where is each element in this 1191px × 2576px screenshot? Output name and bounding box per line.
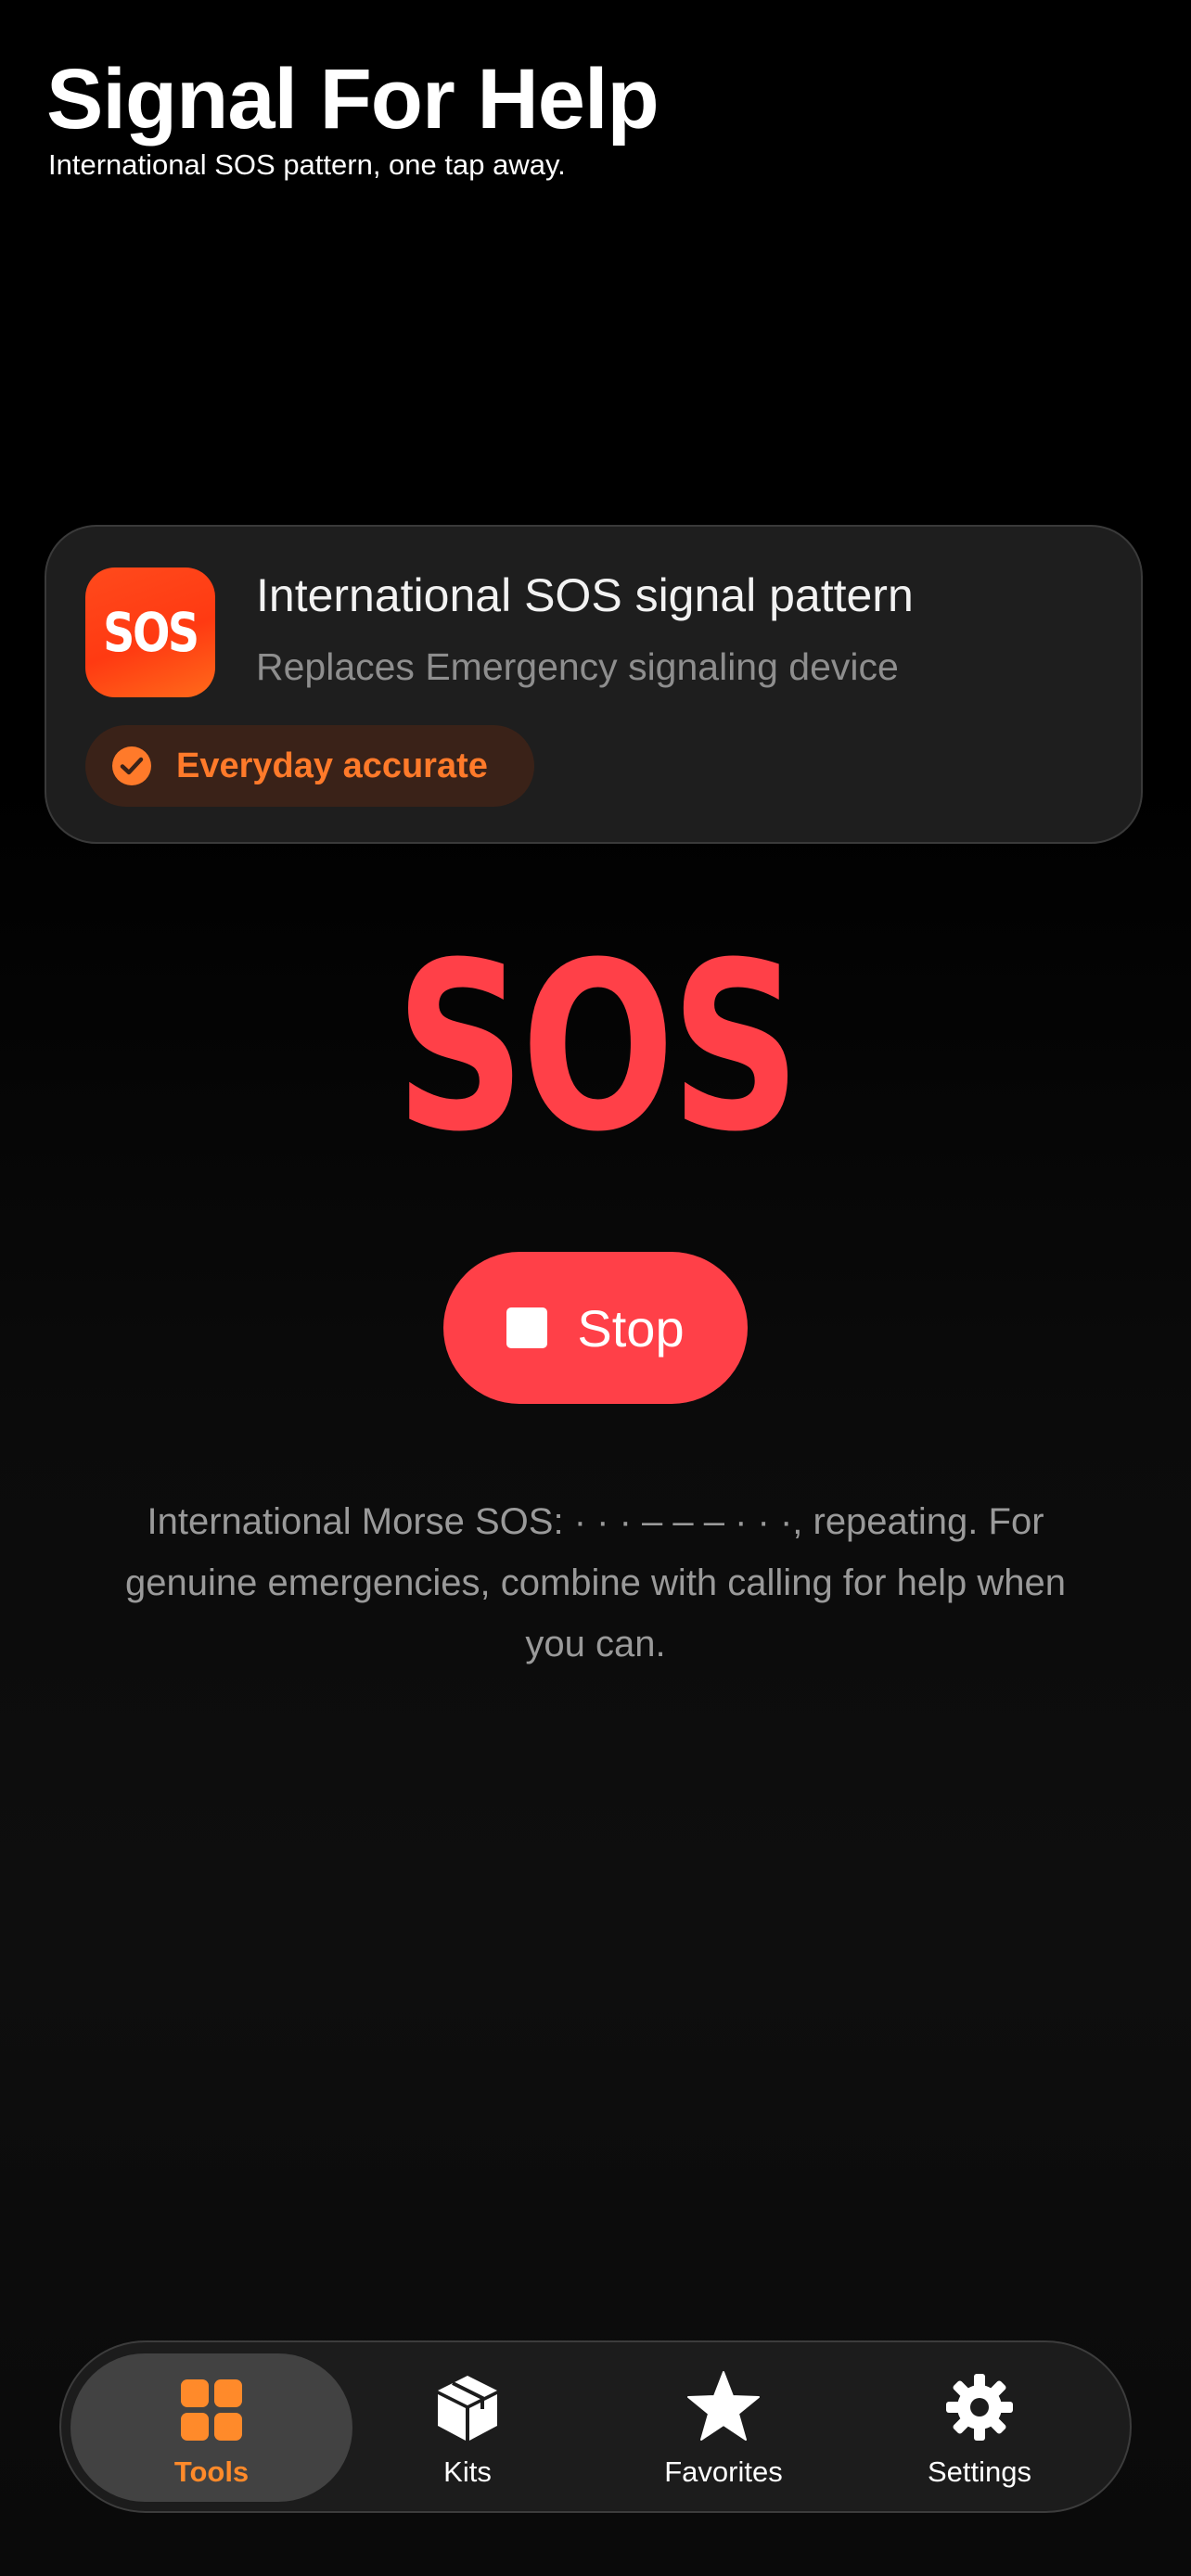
star-icon (686, 2370, 761, 2442)
tab-kits-label: Kits (443, 2455, 492, 2488)
page-title: Signal For Help (46, 52, 660, 147)
checkmark-circle-icon (112, 746, 151, 785)
tab-tools[interactable]: Tools (83, 2370, 339, 2491)
tab-tools-label: Tools (173, 2455, 250, 2488)
tab-favorites-label: Favorites (664, 2455, 783, 2488)
accuracy-badge: Everyday accurate (85, 725, 534, 807)
sos-display: SOS (0, 912, 1191, 1182)
box-icon (432, 2370, 503, 2442)
tab-favorites[interactable]: Favorites (596, 2370, 852, 2491)
stop-icon (506, 1307, 548, 1348)
badge-label: Everyday accurate (176, 746, 488, 785)
tab-settings[interactable]: Settings (852, 2370, 1108, 2491)
card-title: International SOS signal pattern (256, 569, 914, 621)
tab-kits[interactable]: Kits (339, 2370, 596, 2491)
sos-app-icon-text: SOS (103, 601, 199, 664)
tab-settings-label: Settings (927, 2455, 1031, 2488)
grid-icon (179, 2370, 244, 2442)
morse-info-text: International Morse SOS: · · · – – – · ·… (125, 1501, 1066, 1664)
sos-app-icon: SOS (85, 567, 215, 697)
sos-display-text: SOS (394, 912, 800, 1182)
stop-button[interactable]: Stop (443, 1252, 748, 1404)
page-subtitle: International SOS pattern, one tap away. (48, 148, 566, 181)
stop-button-label: Stop (577, 1298, 685, 1358)
gear-icon (944, 2370, 1015, 2442)
card-subtitle: Replaces Emergency signaling device (256, 645, 899, 688)
